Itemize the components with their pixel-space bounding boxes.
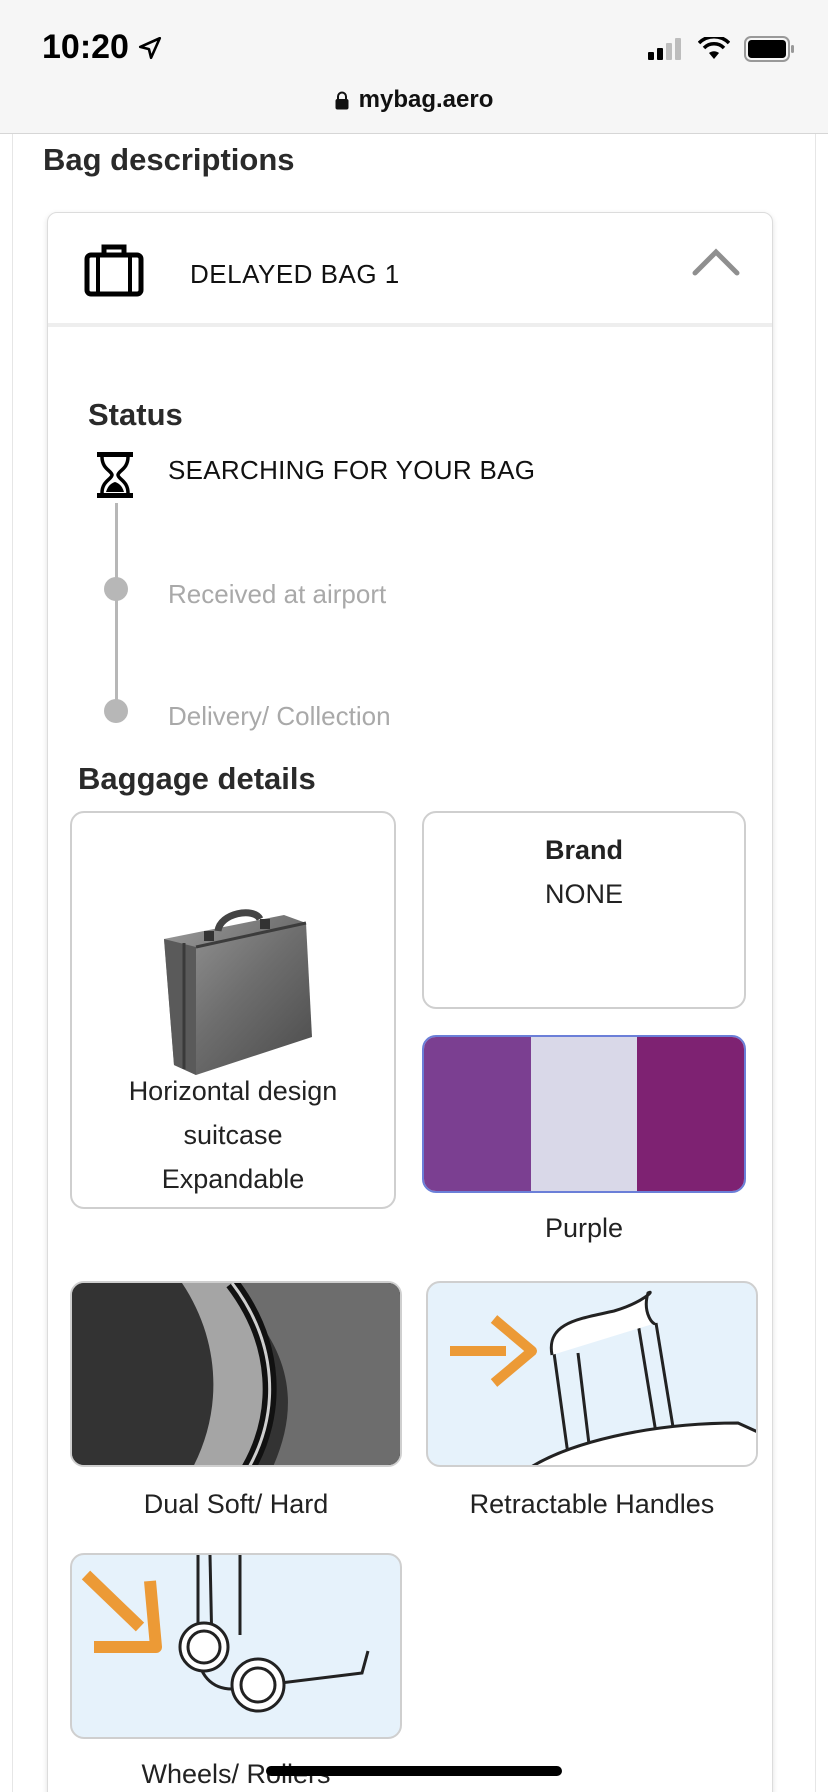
browser-chrome: 10:20 mybag.aero xyxy=(0,0,828,134)
bag-card-header[interactable]: DELAYED BAG 1 xyxy=(48,213,772,327)
status-step-delivery: Delivery/ Collection xyxy=(168,701,391,731)
status-step-received: Received at airport xyxy=(168,579,387,609)
retractable-handles-tile xyxy=(426,1281,758,1467)
page-content: Bag descriptions DELAYED BAG 1 Status SE… xyxy=(12,134,816,1792)
bag-type-line: Horizontal design xyxy=(128,1076,338,1106)
bag-type-caption: Horizontal design suitcase Expandable xyxy=(72,1069,394,1201)
feature-label: Retractable Handles xyxy=(469,1489,715,1519)
timeline-dot xyxy=(104,577,128,601)
dual-soft-hard-tile xyxy=(70,1281,402,1467)
bag-card-title: DELAYED BAG 1 xyxy=(190,259,400,289)
url-text: mybag.aero xyxy=(358,86,494,113)
clock-text: 10:20 xyxy=(42,28,129,66)
color-name: Purple xyxy=(544,1213,624,1243)
wifi-icon xyxy=(698,37,730,59)
chevron-up-icon[interactable] xyxy=(692,247,740,277)
home-indicator[interactable] xyxy=(266,1766,562,1776)
retractable-handle-illustration xyxy=(450,1290,756,1465)
wheels-rollers-tile xyxy=(70,1553,402,1739)
section-title: Bag descriptions xyxy=(43,142,295,177)
cellular-signal-icon xyxy=(648,38,681,60)
color-swatch-tile xyxy=(422,1035,746,1193)
bag-type-line: suitcase xyxy=(183,1120,283,1150)
color-stripe xyxy=(637,1037,744,1191)
location-arrow-icon xyxy=(138,36,162,59)
battery-icon xyxy=(744,36,794,62)
color-stripe xyxy=(424,1037,531,1191)
bag-type-tile: Horizontal design suitcase Expandable xyxy=(70,811,396,1209)
wheels-illustration xyxy=(81,1555,370,1713)
suitcase-icon xyxy=(84,244,144,297)
bag-card: DELAYED BAG 1 Status SEARCHING FOR YOUR … xyxy=(47,212,773,1792)
timeline-dot xyxy=(104,699,128,723)
hourglass-icon xyxy=(97,452,133,498)
status-time: 10:20 xyxy=(42,28,163,67)
baggage-details-heading: Baggage details xyxy=(78,761,316,796)
brand-label: Brand xyxy=(544,835,623,865)
url-bar[interactable]: mybag.aero xyxy=(0,86,828,114)
bag-material-photo xyxy=(72,1283,400,1465)
status-indicators xyxy=(648,36,796,62)
feature-label: Dual Soft/ Hard xyxy=(143,1489,329,1519)
timeline-line xyxy=(115,503,118,711)
bag-type-line: Expandable xyxy=(161,1164,305,1194)
status-step-current: SEARCHING FOR YOUR BAG xyxy=(168,455,536,485)
brand-value: NONE xyxy=(544,879,623,909)
color-stripe xyxy=(530,1037,638,1191)
status-heading: Status xyxy=(88,397,183,432)
suitcase-photo xyxy=(164,909,312,1075)
lock-icon xyxy=(335,91,349,109)
brand-tile: Brand NONE xyxy=(422,811,746,1009)
